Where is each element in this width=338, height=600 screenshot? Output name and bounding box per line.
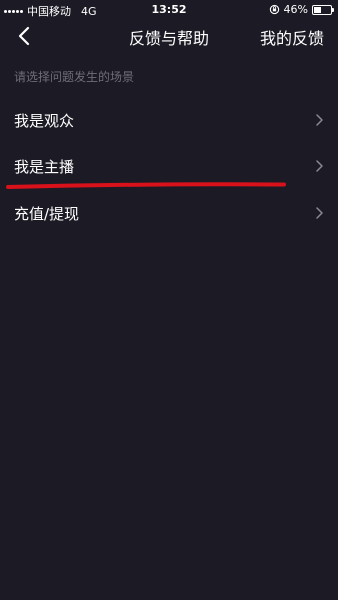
status-right: 46% xyxy=(269,3,334,16)
menu-item-recharge-withdraw[interactable]: 充值/提现 xyxy=(0,191,338,237)
battery-percent: 46% xyxy=(283,3,308,16)
chevron-right-icon xyxy=(316,114,323,126)
back-button[interactable] xyxy=(12,24,36,48)
chevron-right-icon xyxy=(316,160,323,172)
battery-level-fill xyxy=(314,6,322,13)
menu-item-viewer[interactable]: 我是观众 xyxy=(0,98,338,144)
nav-bar: 反馈与帮助 我的反馈 xyxy=(0,20,338,52)
chevron-right-icon xyxy=(316,207,323,219)
menu-item-label: 我是观众 xyxy=(14,112,75,130)
menu-item-streamer[interactable]: 我是主播 xyxy=(0,144,338,190)
status-bar: 中国移动 4G 13:52 46% xyxy=(0,0,338,20)
orientation-lock-icon xyxy=(269,4,279,15)
my-feedback-button[interactable]: 我的反馈 xyxy=(260,25,324,49)
section-hint: 请选择问题发生的场景 xyxy=(14,70,135,84)
chevron-left-icon xyxy=(18,26,30,46)
battery-icon xyxy=(312,4,334,15)
menu-item-label: 我是主播 xyxy=(14,158,75,176)
menu-item-label: 充值/提现 xyxy=(14,205,80,223)
